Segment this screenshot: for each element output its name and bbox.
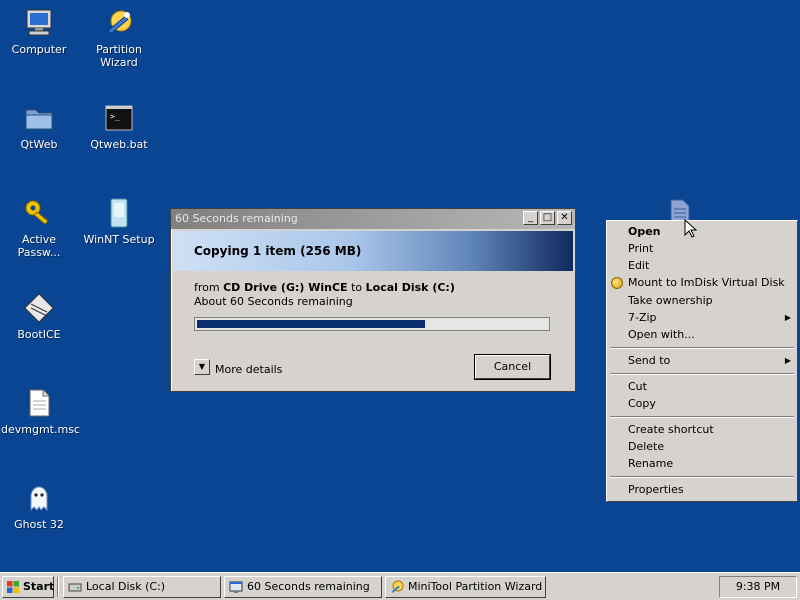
task-label: 60 Seconds remaining [247,580,370,593]
more-details-label[interactable]: More details [215,363,282,376]
taskbar-divider [57,577,59,597]
computer-icon [26,9,52,36]
task-button-local-disk[interactable]: Local Disk (C:) [63,576,221,598]
setup-icon [110,198,128,228]
desktop-icon-winnt-setup[interactable]: WinNT Setup [81,197,157,246]
menu-separator [610,373,794,375]
menu-separator [610,416,794,418]
dialog-titlebar[interactable]: 60 Seconds remaining _ □ ✕ [171,209,575,229]
desktop-icon-devmgmt[interactable]: devmgmt.msc [1,387,80,436]
desktop-icon-qtweb[interactable]: QtWeb [1,102,77,151]
menu-separator [610,347,794,349]
context-menu: Open Print Edit Mount to ImDisk Virtual … [606,220,798,502]
submenu-arrow-icon: ▶ [784,313,791,322]
copy-source-line: from CD Drive (G:) WinCE to Local Disk (… [194,281,455,294]
desktop-icon-label: QtWeb [20,138,58,151]
desktop-icon-computer[interactable]: Computer [1,7,77,56]
task-button-minitool[interactable]: MiniTool Partition Wizard ... [385,576,546,598]
wand-icon [107,10,132,35]
desktop-icon-label: BootICE [17,328,61,341]
imdisk-icon [611,277,623,289]
wand-icon [391,580,404,593]
menu-item-print[interactable]: Print [628,241,653,257]
desktop-icon-label: Active Passw... [17,233,61,259]
desktop-icon-label: Computer [11,43,67,56]
destination-location[interactable]: Local Disk (C:) [366,281,455,294]
taskbar: Start Local Disk (C:) 60 Seconds remaini… [0,572,800,600]
from-prefix: from [194,281,220,294]
mouse-cursor-icon [684,219,698,238]
time-remaining: About 60 Seconds remaining [194,295,353,308]
folder-icon [25,109,53,130]
start-button[interactable]: Start [2,576,54,598]
svg-text:>_: >_ [110,112,120,121]
more-details-toggle[interactable]: ▼ [194,359,210,375]
menu-item-delete[interactable]: Delete [628,439,664,455]
dialog-title: 60 Seconds remaining [175,212,298,225]
submenu-arrow-icon: ▶ [784,356,791,365]
menu-item-take-ownership[interactable]: Take ownership [628,293,713,309]
desktop-icon-partition-wizard[interactable]: Partition Wizard [81,7,157,69]
desktop-icon-label: Partition Wizard [96,43,142,69]
menu-item-mount-imdisk[interactable]: Mount to ImDisk Virtual Disk [628,275,785,291]
desktop-icon-label: Ghost 32 [14,518,64,531]
menu-item-7zip[interactable]: 7-Zip [628,310,657,326]
desktop-icon-bootice[interactable]: BootICE [1,292,77,341]
desktop-icon-label: WinNT Setup [83,233,155,246]
menu-item-send-to[interactable]: Send to [628,353,670,369]
source-location[interactable]: CD Drive (G:) WinCE [223,281,347,294]
menu-item-edit[interactable]: Edit [628,258,649,274]
maximize-button[interactable]: □ [540,211,555,225]
document-icon [29,389,50,417]
minimize-button[interactable]: _ [523,211,538,225]
desktop-icon-qtweb-bat[interactable]: >_ Qtweb.bat [81,102,157,151]
bootice-icon [24,293,54,323]
dialog-heading: Copying 1 item (256 MB) [173,231,573,271]
desktop-icon-ghost32[interactable]: Ghost 32 [1,482,77,531]
ghost-icon [30,486,48,512]
menu-item-properties[interactable]: Properties [628,482,684,498]
desktop-icon-label: Qtweb.bat [90,138,148,151]
system-clock[interactable]: 9:38 PM [719,576,797,598]
key-icon [25,200,49,225]
menu-item-rename[interactable]: Rename [628,456,673,472]
desktop-icon-active-password[interactable]: Active Passw... [1,197,77,259]
menu-item-cut[interactable]: Cut [628,379,647,395]
cancel-button[interactable]: Cancel [475,355,550,379]
start-label: Start [23,580,55,593]
copy-window-icon [229,581,243,593]
task-button-copy-progress[interactable]: 60 Seconds remaining [224,576,382,598]
copy-progress-dialog: 60 Seconds remaining _ □ ✕ Copying 1 ite… [170,208,576,392]
close-button[interactable]: ✕ [557,211,572,225]
progress-fill [197,320,425,328]
task-label: MiniTool Partition Wizard ... [408,580,546,593]
batch-file-icon: >_ [105,105,133,131]
to-word: to [351,281,363,294]
desktop-icon-label: devmgmt.msc [1,423,80,436]
menu-item-create-shortcut[interactable]: Create shortcut [628,422,714,438]
copy-progress-bar [194,317,550,331]
task-label: Local Disk (C:) [86,580,166,593]
menu-item-copy[interactable]: Copy [628,396,656,412]
windows-flag-icon [7,581,19,593]
drive-icon [68,583,82,592]
menu-separator [610,476,794,478]
menu-item-open[interactable]: Open [628,224,661,240]
menu-item-open-with[interactable]: Open with... [628,327,695,343]
